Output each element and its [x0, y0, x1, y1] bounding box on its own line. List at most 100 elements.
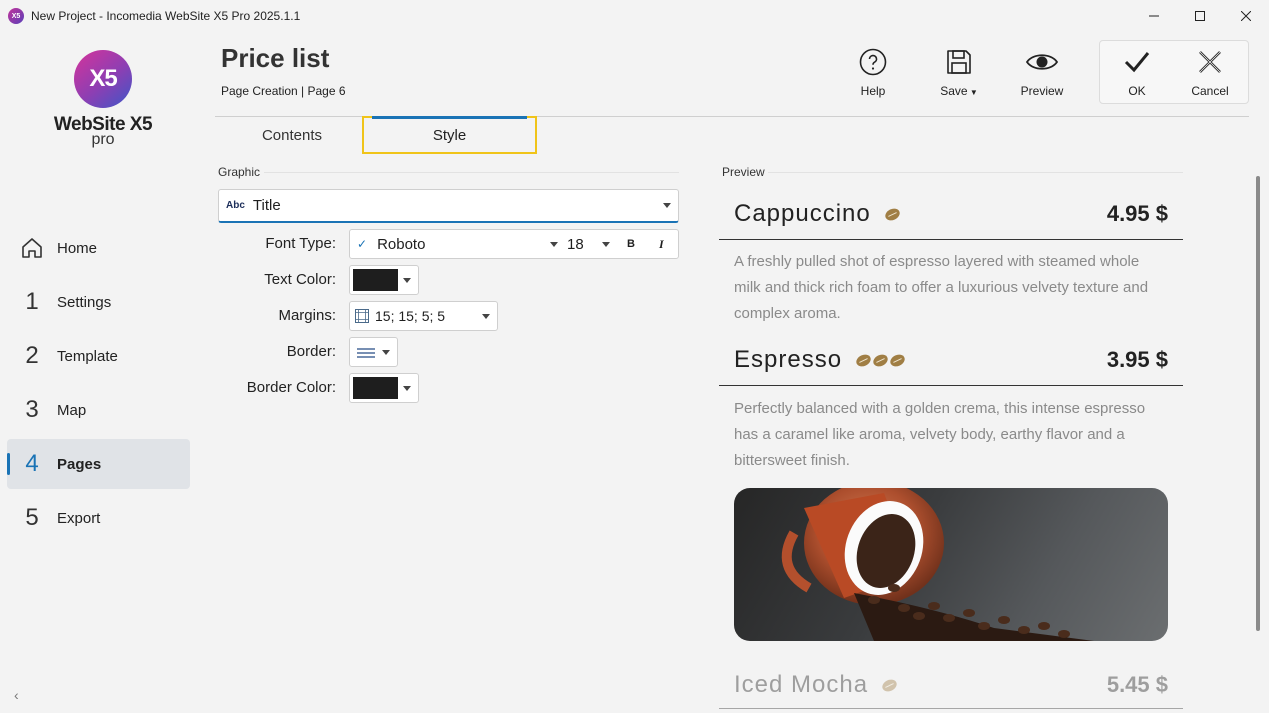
item-price: 3.95 $: [1106, 347, 1168, 372]
app-icon: X5: [8, 8, 24, 24]
step-number: 4: [25, 450, 39, 477]
border-label: Border:: [286, 343, 336, 360]
sidebar-item-map[interactable]: 3 Map: [7, 385, 190, 435]
sidebar-item-home[interactable]: Home: [7, 223, 190, 273]
coffee-bean-icon: [854, 351, 873, 369]
active-tab-indicator: [372, 116, 527, 119]
item-divider: [719, 239, 1183, 240]
minimize-button[interactable]: [1131, 0, 1177, 32]
item-description: A freshly pulled shot of espresso layere…: [734, 253, 1149, 322]
preview-scrollbar[interactable]: [1256, 176, 1260, 631]
maximize-button[interactable]: [1177, 0, 1223, 32]
italic-button[interactable]: I: [659, 237, 664, 252]
sidebar-item-label: Template: [57, 347, 118, 365]
sidebar-nav: Home 1 Settings 2 Template 3 Map 4 Pages…: [7, 223, 190, 547]
item-name: Espresso: [734, 346, 843, 373]
preview-section-label: Preview: [722, 165, 765, 179]
graphic-section-label: Graphic: [218, 165, 261, 179]
border-style-select[interactable]: [349, 337, 398, 367]
sidebar-item-export[interactable]: 5 Export: [7, 493, 190, 543]
sidebar-item-template[interactable]: 2 Template: [7, 331, 190, 381]
preview-pane: Cappuccino 4.95 $ A freshly pulled shot …: [719, 189, 1183, 713]
font-type-label: Font Type:: [265, 235, 336, 252]
graphic-element-value: Title: [252, 197, 281, 214]
coffee-cup-image: [734, 488, 1168, 641]
close-button[interactable]: [1223, 0, 1269, 32]
coffee-bean-icon: [883, 205, 902, 223]
sidebar-item-pages[interactable]: 4 Pages: [7, 439, 190, 489]
item-divider: [719, 385, 1183, 386]
item-name: Iced Mocha: [734, 671, 869, 698]
text-color-picker[interactable]: [349, 265, 419, 295]
sidebar-item-label: Export: [57, 509, 101, 527]
sidebar-item-label: Home: [57, 239, 98, 257]
chevron-down-icon: ▼: [967, 88, 978, 97]
item-price: 5.45 $: [1106, 672, 1168, 697]
step-number: 1: [25, 288, 39, 315]
save-button[interactable]: Save ▼: [924, 48, 994, 98]
price-item-header: Espresso 3.95 $: [734, 345, 1168, 375]
cancel-button[interactable]: Cancel: [1175, 48, 1245, 98]
margins-value: 15; 15; 5; 5: [375, 308, 446, 324]
chevron-down-icon[interactable]: [550, 241, 558, 247]
tab-style[interactable]: Style: [362, 116, 537, 154]
font-name-select[interactable]: Roboto: [377, 236, 425, 253]
intensity-rating: [880, 676, 899, 694]
preview-label: Preview: [1020, 84, 1064, 98]
font-size-select[interactable]: 18: [567, 236, 584, 253]
tab-contents[interactable]: Contents: [215, 116, 369, 154]
section-divider: [768, 172, 1183, 173]
help-label: Help: [860, 84, 886, 98]
graphic-element-select[interactable]: Abc Title: [218, 189, 679, 223]
maximize-icon: [1195, 11, 1205, 21]
item-price: 4.95 $: [1106, 201, 1168, 226]
coffee-bean-icon: [888, 351, 907, 369]
coffee-bean-icon: [871, 351, 890, 369]
margins-input[interactable]: 15; 15; 5; 5: [349, 301, 498, 331]
color-swatch: [353, 377, 398, 399]
price-item-header: Cappuccino 4.95 $: [734, 199, 1168, 229]
step-number: 3: [25, 396, 39, 423]
collapse-sidebar-button[interactable]: ‹: [14, 687, 19, 703]
check-icon: ✓: [357, 237, 368, 251]
sidebar-item-label: Pages: [57, 455, 102, 473]
ok-button[interactable]: OK: [1102, 48, 1172, 98]
text-color-label: Text Color:: [264, 271, 336, 288]
border-color-label: Border Color:: [246, 379, 336, 396]
color-swatch: [353, 269, 398, 291]
cancel-icon: [1199, 51, 1221, 73]
section-divider: [264, 172, 679, 173]
item-name: Cappuccino: [734, 200, 871, 227]
home-icon: [7, 236, 57, 260]
close-icon: [1241, 11, 1251, 21]
step-number: 5: [25, 504, 39, 531]
chevron-down-icon: [482, 313, 490, 319]
chevron-down-icon: [663, 203, 671, 208]
sidebar: X5 WebSite X5 pro Home 1 Settings 2 Temp…: [0, 32, 200, 713]
sidebar-item-label: Settings: [57, 293, 112, 311]
eye-icon: [1025, 54, 1059, 70]
text-style-icon: Abc: [226, 200, 245, 211]
border-lines-icon: [357, 348, 375, 358]
help-button[interactable]: Help: [838, 48, 908, 98]
title-bar: X5 New Project - Incomedia WebSite X5 Pr…: [0, 0, 1269, 32]
margins-label: Margins:: [278, 307, 336, 324]
tab-label: Contents: [261, 126, 323, 144]
chevron-down-icon: [382, 350, 390, 355]
minimize-icon: [1149, 15, 1159, 17]
window-title: New Project - Incomedia WebSite X5 Pro 2…: [31, 9, 301, 23]
item-divider: [719, 708, 1183, 709]
help-icon: [859, 48, 887, 76]
intensity-rating: [883, 205, 902, 223]
logo-mark: X5: [74, 50, 132, 108]
cancel-label: Cancel: [1191, 84, 1229, 98]
sidebar-item-settings[interactable]: 1 Settings: [7, 277, 190, 327]
preview-button[interactable]: Preview: [1007, 48, 1077, 98]
bold-button[interactable]: B: [627, 238, 635, 250]
save-icon: [947, 50, 971, 74]
chevron-down-icon[interactable]: [602, 241, 610, 247]
ok-label: OK: [1128, 84, 1146, 98]
tab-label: Style: [432, 126, 467, 144]
window-controls: [1131, 0, 1269, 32]
border-color-picker[interactable]: [349, 373, 419, 403]
